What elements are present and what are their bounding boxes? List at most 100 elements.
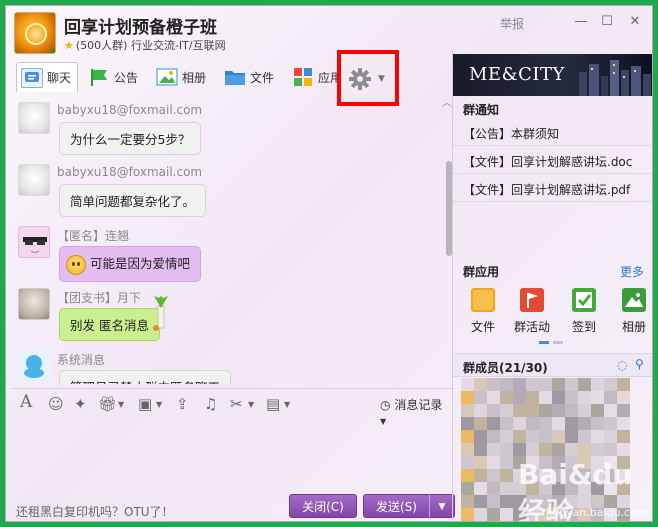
message-item: 【匿名】连翘 可能是因为爱情吧 bbox=[12, 226, 442, 282]
member-pixel bbox=[487, 378, 500, 391]
scissors-dropdown-icon[interactable]: ▼ bbox=[248, 400, 254, 409]
blush-emoji-icon bbox=[66, 254, 86, 275]
member-pixel bbox=[604, 430, 617, 443]
gear-icon[interactable] bbox=[349, 68, 371, 90]
message-sender: 系统消息 bbox=[57, 353, 106, 367]
magic-icon[interactable]: ✦ bbox=[74, 395, 87, 413]
member-pixel bbox=[487, 443, 500, 456]
member-pixel bbox=[565, 391, 578, 404]
notice-item[interactable]: 【文件】回享计划解惑讲坛.pdf bbox=[463, 181, 630, 198]
tab-files[interactable]: 文件 bbox=[220, 62, 282, 92]
avatar[interactable] bbox=[18, 164, 50, 196]
gear-dropdown-icon[interactable]: ▼ bbox=[378, 74, 385, 84]
message-bubble: 管理员已禁止群内匿名聊天 bbox=[59, 370, 232, 384]
gift-icon[interactable]: 🎁︎ bbox=[98, 395, 117, 413]
member-pixel bbox=[474, 443, 487, 456]
gift-dropdown-icon[interactable]: ▼ bbox=[118, 400, 124, 409]
image-icon[interactable]: ▣ bbox=[138, 395, 152, 413]
more-dropdown-icon[interactable]: ▼ bbox=[284, 400, 290, 409]
member-pixel bbox=[565, 417, 578, 430]
member-pixel bbox=[526, 391, 539, 404]
divider bbox=[453, 145, 652, 146]
scroll-up-icon[interactable]: ︿ bbox=[442, 94, 452, 109]
message-input[interactable] bbox=[12, 416, 452, 492]
member-chat-icon[interactable]: ◌ bbox=[617, 358, 627, 372]
tab-notice[interactable]: 公告 bbox=[84, 62, 146, 92]
member-pixel bbox=[617, 378, 630, 391]
member-pixel bbox=[565, 430, 578, 443]
member-pixel bbox=[578, 391, 591, 404]
member-pixel bbox=[552, 430, 565, 443]
emoji-icon[interactable]: ☺ bbox=[48, 395, 64, 413]
avatar[interactable] bbox=[18, 288, 50, 320]
notice-item[interactable]: 【公告】本群须知 bbox=[463, 125, 559, 142]
apps-section-title: 群应用 bbox=[463, 265, 500, 279]
member-pixel bbox=[500, 378, 513, 391]
chat-bubble-icon[interactable]: ▤ bbox=[266, 395, 280, 413]
input-toolbar: A ☺ ✦ 🎁︎ ▼ ▣ ▼ ⇪ ♫ ✂ ▼ ▤ ▼ ◷ 消息记录 ▼ bbox=[12, 388, 452, 426]
app-label: 文件 bbox=[470, 320, 495, 334]
message-list[interactable]: babyxu18@foxmail.com 为什么一定要分5步？ babyxu18… bbox=[12, 94, 452, 384]
message-bubble: 简单问题都复杂化了。 bbox=[59, 184, 207, 217]
member-pixel bbox=[526, 404, 539, 417]
member-pixel bbox=[552, 378, 565, 391]
member-pixel bbox=[591, 391, 604, 404]
member-pixel bbox=[461, 482, 474, 495]
notice-item[interactable]: 【文件】回享计划解惑讲坛.doc bbox=[463, 153, 632, 170]
image-dropdown-icon[interactable]: ▼ bbox=[156, 400, 162, 409]
upload-icon[interactable]: ⇪ bbox=[176, 395, 189, 413]
member-pixel bbox=[461, 417, 474, 430]
member-search-icon[interactable]: ⚲ bbox=[635, 357, 644, 371]
chat-window: 回享计划预备橙子班 ★ (500人群) 行业交流-IT/互联网 举报 — ☐ ✕ … bbox=[5, 5, 653, 522]
app-album[interactable]: 相册 bbox=[610, 288, 652, 335]
message-item: babyxu18@foxmail.com 为什么一定要分5步？ bbox=[12, 102, 442, 158]
ad-text[interactable]: 还租黑白复印机吗？OTU了！ bbox=[16, 503, 174, 520]
notice-section-title: 群通知 bbox=[463, 103, 500, 117]
minimize-button[interactable]: — bbox=[571, 12, 591, 32]
anonymous-avatar[interactable] bbox=[18, 226, 50, 258]
more-link[interactable]: 更多 bbox=[620, 263, 644, 280]
scissors-icon[interactable]: ✂ bbox=[230, 395, 243, 413]
member-pixel bbox=[604, 391, 617, 404]
group-avatar[interactable] bbox=[14, 12, 56, 54]
member-pixel bbox=[539, 417, 552, 430]
close-button[interactable]: ✕ bbox=[625, 12, 645, 32]
maximize-button[interactable]: ☐ bbox=[597, 12, 617, 32]
group-name[interactable]: 回享计划预备橙子班 bbox=[64, 13, 217, 38]
font-icon[interactable]: A bbox=[20, 392, 32, 412]
member-pixel bbox=[461, 443, 474, 456]
app-checkin[interactable]: 签到 bbox=[560, 288, 608, 335]
member-pixel bbox=[513, 378, 526, 391]
tab-chat[interactable]: 聊天 bbox=[16, 62, 78, 92]
member-pixel bbox=[565, 443, 578, 456]
message-item: babyxu18@foxmail.com 简单问题都复杂化了。 bbox=[12, 164, 442, 220]
member-pixel bbox=[604, 443, 617, 456]
message-bubble: 为什么一定要分5步？ bbox=[59, 122, 202, 155]
close-chat-button[interactable]: 关闭(C) bbox=[289, 494, 357, 518]
app-activity[interactable]: 群活动 bbox=[508, 288, 556, 335]
member-pixel bbox=[513, 443, 526, 456]
send-button[interactable]: 发送(S) bbox=[363, 494, 430, 518]
members-header: 群成员(21/30) ◌ ⚲ bbox=[453, 353, 652, 377]
system-avatar bbox=[18, 350, 50, 382]
report-link[interactable]: 举报 bbox=[500, 15, 524, 32]
message-sender: babyxu18@foxmail.com bbox=[57, 103, 203, 117]
member-pixel bbox=[604, 378, 617, 391]
member-pixel bbox=[474, 430, 487, 443]
member-pixel bbox=[604, 417, 617, 430]
member-pixel bbox=[487, 404, 500, 417]
member-pixel bbox=[461, 456, 474, 469]
member-pixel bbox=[591, 430, 604, 443]
member-pixel bbox=[474, 391, 487, 404]
member-pixel bbox=[513, 430, 526, 443]
pager-dots[interactable] bbox=[539, 341, 565, 344]
member-pixel bbox=[539, 378, 552, 391]
message-bubble: 可能是因为爱情吧 bbox=[59, 246, 202, 282]
music-icon[interactable]: ♫ bbox=[204, 395, 217, 413]
member-pixel bbox=[526, 443, 539, 456]
member-pixel bbox=[461, 469, 474, 482]
avatar[interactable] bbox=[18, 102, 50, 134]
app-files[interactable]: 文件 bbox=[459, 288, 507, 335]
ad-banner[interactable]: ME&CITY bbox=[453, 54, 652, 96]
tab-album[interactable]: 相册 bbox=[152, 62, 214, 92]
